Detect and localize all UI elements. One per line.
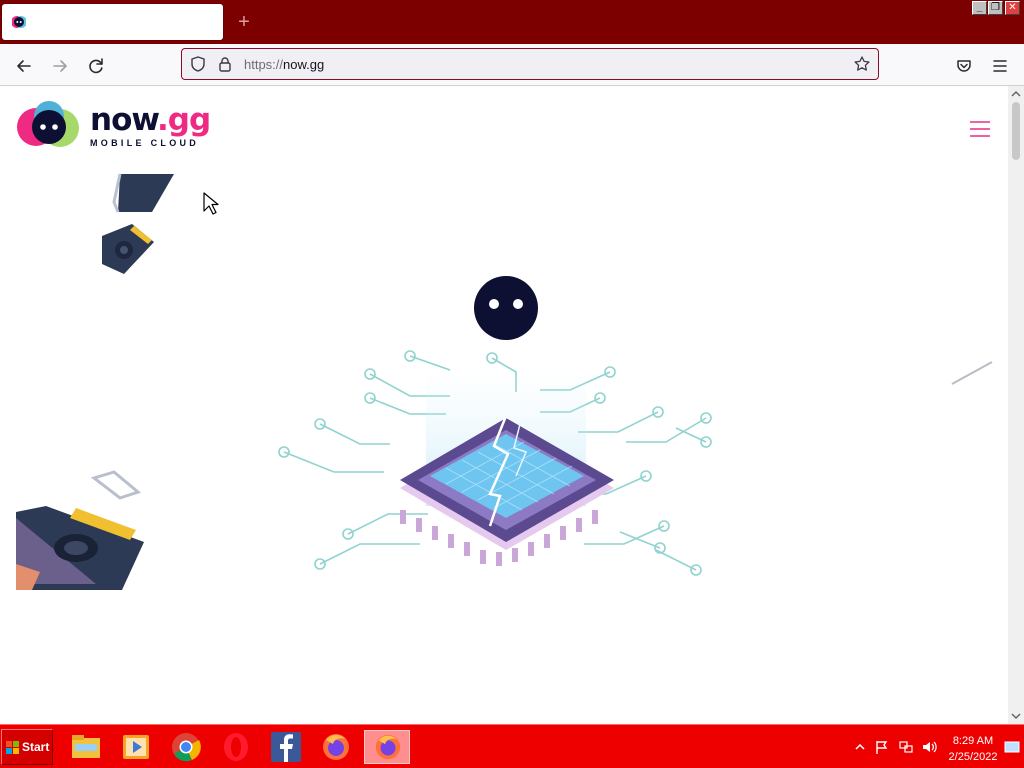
minimize-button[interactable]: _ xyxy=(972,1,987,15)
media-player-icon[interactable] xyxy=(118,730,154,764)
firefox-active-icon xyxy=(375,734,401,760)
logo-face-icon xyxy=(17,101,79,147)
show-hidden-icons-icon[interactable] xyxy=(852,739,868,755)
active-tab[interactable] xyxy=(2,4,223,40)
start-button[interactable]: Start xyxy=(1,729,53,765)
action-center-flag-icon[interactable] xyxy=(874,739,890,755)
vertical-scrollbar[interactable] xyxy=(1008,86,1024,724)
shield-icon[interactable] xyxy=(189,55,207,73)
hamburger-menu-icon[interactable] xyxy=(986,52,1014,80)
star-icon[interactable] xyxy=(853,55,871,73)
nowgg-logo[interactable]: now.gg MOBILE CLOUD xyxy=(16,100,211,150)
url-scheme: https:// xyxy=(244,57,284,72)
site-menu-icon[interactable] xyxy=(970,120,990,138)
line-decoration xyxy=(951,361,993,385)
clock-date: 2/25/2022 xyxy=(948,751,998,763)
pocket-icon[interactable] xyxy=(950,52,978,80)
tab-strip: + _ ❐ ✕ xyxy=(0,0,1024,44)
back-arrow-icon[interactable] xyxy=(10,52,38,80)
nowgg-face-icon xyxy=(12,16,26,28)
volume-icon[interactable] xyxy=(921,739,937,755)
scroll-down-arrow-icon[interactable] xyxy=(1008,708,1024,724)
firefox-active-task[interactable] xyxy=(364,730,410,764)
scrollbar-thumb[interactable] xyxy=(1012,102,1020,160)
logo-tagline: MOBILE CLOUD xyxy=(90,138,200,148)
address-bar[interactable]: https://now.gg xyxy=(181,48,879,80)
windows-logo-icon xyxy=(6,741,19,754)
hero-chip-illustration xyxy=(278,276,712,576)
network-icon[interactable] xyxy=(898,739,914,755)
reload-icon[interactable] xyxy=(82,52,110,80)
close-button[interactable]: ✕ xyxy=(1005,1,1020,15)
chrome-icon[interactable] xyxy=(168,730,204,764)
forward-arrow-icon[interactable] xyxy=(46,52,74,80)
url-host: now.gg xyxy=(283,57,325,72)
facebook-icon[interactable] xyxy=(268,730,304,764)
navigation-toolbar: https://now.gg xyxy=(0,44,1024,86)
taskbar: Start 8:29 AM 2/25/2022 xyxy=(0,724,1024,768)
restore-button[interactable]: ❐ xyxy=(988,1,1003,15)
mouse-cursor-icon xyxy=(203,192,219,215)
web-page: now.gg MOBILE CLOUD xyxy=(0,86,1008,724)
logo-wordmark: now.gg xyxy=(90,102,211,138)
lock-icon[interactable] xyxy=(216,55,234,73)
phone-part-decoration xyxy=(102,173,174,274)
camera-module-decoration xyxy=(16,470,144,590)
clock-time: 8:29 AM xyxy=(952,735,994,747)
firefox-icon[interactable] xyxy=(318,730,354,764)
opera-icon[interactable] xyxy=(218,730,254,764)
show-desktop-icon[interactable] xyxy=(1004,739,1020,755)
scroll-up-arrow-icon[interactable] xyxy=(1008,86,1024,102)
url-text[interactable]: https://now.gg xyxy=(244,57,324,72)
start-label: Start xyxy=(22,740,50,754)
new-tab-button[interactable]: + xyxy=(232,10,256,34)
system-clock[interactable]: 8:29 AM 2/25/2022 xyxy=(944,733,1002,765)
file-explorer-icon[interactable] xyxy=(68,730,104,764)
logo-gg: .gg xyxy=(157,102,211,138)
logo-now: now xyxy=(90,102,158,138)
